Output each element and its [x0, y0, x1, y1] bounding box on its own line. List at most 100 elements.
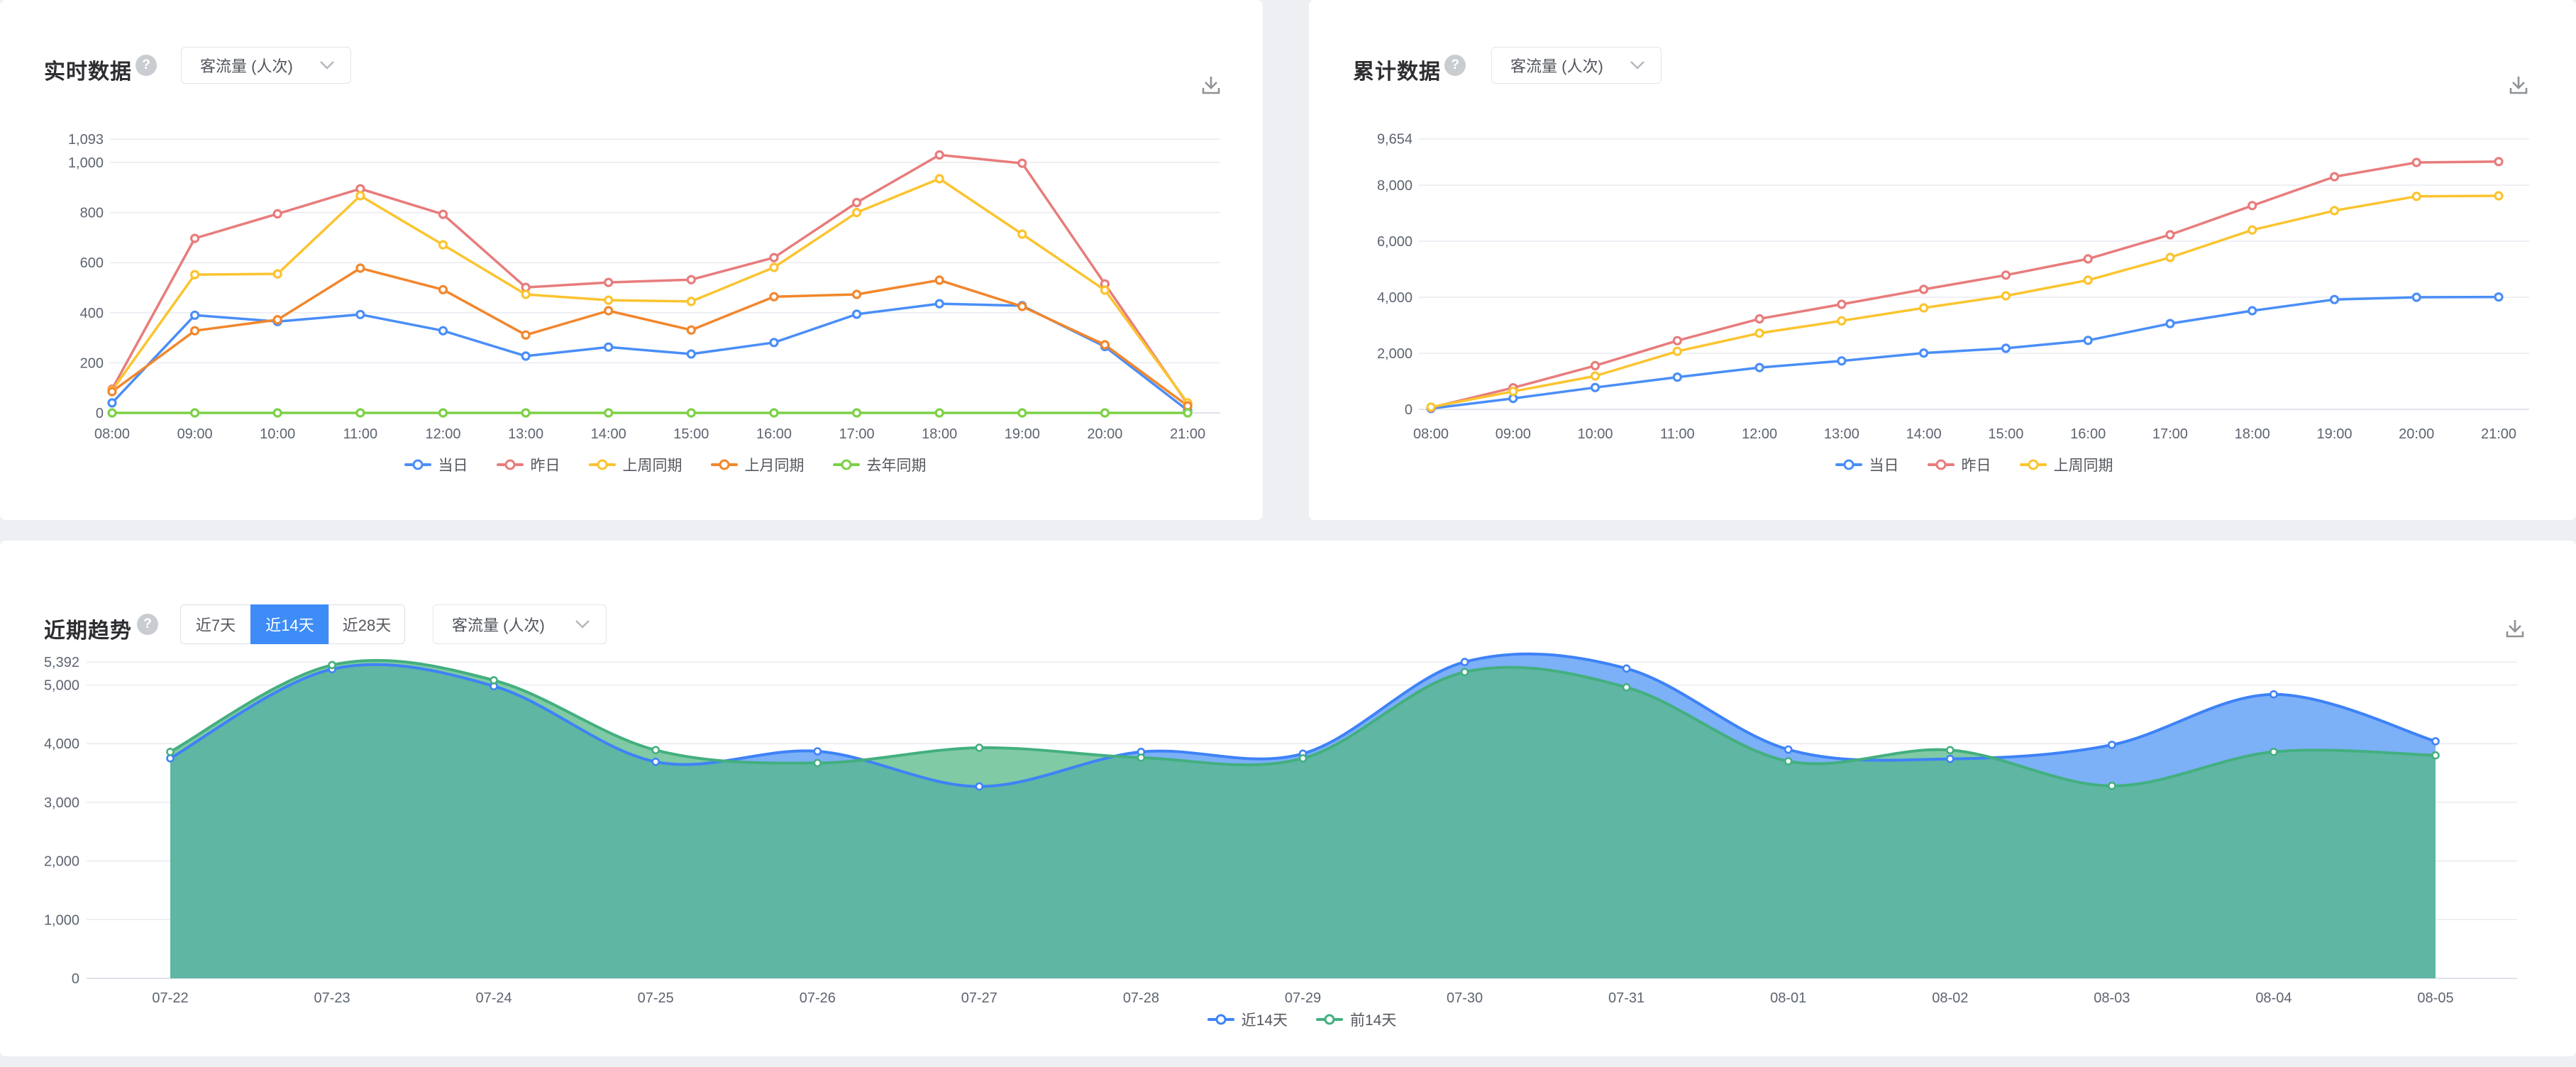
data-point[interactable]: [1427, 404, 1435, 411]
data-point[interactable]: [2002, 292, 2009, 299]
data-point[interactable]: [2002, 272, 2009, 279]
data-point[interactable]: [274, 210, 281, 217]
legend-item-当日[interactable]: 当日: [1835, 454, 1899, 475]
data-point[interactable]: [522, 353, 529, 360]
data-point[interactable]: [1838, 358, 1845, 365]
data-point[interactable]: [605, 343, 612, 350]
data-point[interactable]: [2002, 345, 2009, 352]
data-point[interactable]: [1674, 337, 1681, 344]
data-point[interactable]: [2108, 783, 2115, 789]
data-point[interactable]: [491, 677, 497, 683]
data-point[interactable]: [1019, 303, 1026, 310]
data-point[interactable]: [357, 311, 364, 318]
data-point[interactable]: [2084, 337, 2091, 344]
data-point[interactable]: [1019, 231, 1026, 238]
data-point[interactable]: [440, 327, 447, 334]
data-point[interactable]: [522, 291, 529, 298]
data-point[interactable]: [522, 331, 529, 338]
data-point[interactable]: [2413, 159, 2420, 166]
series-line-上月同期[interactable]: [112, 268, 1188, 406]
data-point[interactable]: [1838, 317, 1845, 324]
data-point[interactable]: [1920, 286, 1928, 293]
data-point[interactable]: [192, 311, 199, 319]
data-point[interactable]: [1674, 348, 1681, 355]
data-point[interactable]: [2167, 254, 2174, 261]
data-point[interactable]: [1623, 684, 1630, 690]
data-point[interactable]: [1756, 315, 1763, 322]
legend-item-当日[interactable]: 当日: [404, 454, 468, 475]
data-point[interactable]: [1184, 409, 1191, 416]
data-point[interactable]: [853, 199, 861, 206]
data-point[interactable]: [357, 192, 364, 199]
series-area-前14天[interactable]: [170, 660, 2436, 978]
data-point[interactable]: [770, 339, 778, 346]
data-point[interactable]: [853, 291, 861, 298]
data-point[interactable]: [2413, 294, 2420, 301]
data-point[interactable]: [357, 409, 364, 416]
data-point[interactable]: [109, 409, 116, 416]
data-point[interactable]: [2433, 752, 2439, 758]
data-point[interactable]: [192, 271, 199, 278]
data-point[interactable]: [2331, 207, 2338, 214]
data-point[interactable]: [109, 399, 116, 407]
data-point[interactable]: [1300, 755, 1306, 761]
data-point[interactable]: [1101, 409, 1108, 416]
data-point[interactable]: [1592, 384, 1599, 391]
data-point[interactable]: [357, 265, 364, 272]
data-point[interactable]: [440, 241, 447, 248]
data-point[interactable]: [2249, 307, 2256, 314]
data-point[interactable]: [109, 388, 116, 395]
data-point[interactable]: [2249, 226, 2256, 233]
data-point[interactable]: [1947, 756, 1953, 762]
data-point[interactable]: [192, 235, 199, 242]
data-point[interactable]: [1101, 341, 1108, 348]
data-point[interactable]: [192, 327, 199, 334]
series-line-当日[interactable]: [1431, 297, 2499, 409]
data-point[interactable]: [1461, 659, 1468, 665]
data-point[interactable]: [1838, 301, 1845, 308]
legend-item-上月同期[interactable]: 上月同期: [711, 454, 805, 475]
legend-item-上周同期[interactable]: 上周同期: [589, 454, 682, 475]
data-point[interactable]: [2495, 192, 2502, 199]
data-point[interactable]: [687, 350, 695, 358]
data-point[interactable]: [770, 293, 778, 300]
data-point[interactable]: [1592, 362, 1599, 369]
data-point[interactable]: [522, 409, 529, 416]
data-point[interactable]: [770, 254, 778, 261]
data-point[interactable]: [2108, 741, 2115, 748]
data-point[interactable]: [440, 211, 447, 218]
data-point[interactable]: [1019, 409, 1026, 416]
data-point[interactable]: [1674, 374, 1681, 381]
data-point[interactable]: [1138, 755, 1144, 761]
data-point[interactable]: [1461, 669, 1468, 675]
data-point[interactable]: [853, 311, 861, 318]
data-point[interactable]: [274, 409, 281, 416]
data-point[interactable]: [2249, 202, 2256, 209]
data-point[interactable]: [274, 316, 281, 324]
data-point[interactable]: [2413, 193, 2420, 200]
data-point[interactable]: [770, 409, 778, 416]
data-point[interactable]: [1623, 665, 1630, 672]
data-point[interactable]: [1019, 160, 1026, 167]
data-point[interactable]: [814, 748, 821, 755]
data-point[interactable]: [653, 758, 659, 765]
data-point[interactable]: [329, 662, 336, 668]
data-point[interactable]: [2433, 738, 2439, 744]
data-point[interactable]: [167, 748, 174, 755]
series-line-昨日[interactable]: [112, 155, 1188, 404]
data-point[interactable]: [687, 276, 695, 283]
data-point[interactable]: [2331, 296, 2338, 303]
data-point[interactable]: [167, 755, 174, 761]
data-point[interactable]: [687, 298, 695, 305]
data-point[interactable]: [2495, 158, 2502, 165]
data-point[interactable]: [1101, 287, 1108, 294]
data-point[interactable]: [853, 409, 861, 416]
data-point[interactable]: [1785, 758, 1791, 765]
data-point[interactable]: [936, 151, 943, 158]
data-point[interactable]: [653, 747, 659, 753]
data-point[interactable]: [2084, 255, 2091, 262]
data-point[interactable]: [1947, 747, 1953, 753]
data-point[interactable]: [2270, 748, 2277, 755]
data-point[interactable]: [440, 409, 447, 416]
data-point[interactable]: [936, 409, 943, 416]
